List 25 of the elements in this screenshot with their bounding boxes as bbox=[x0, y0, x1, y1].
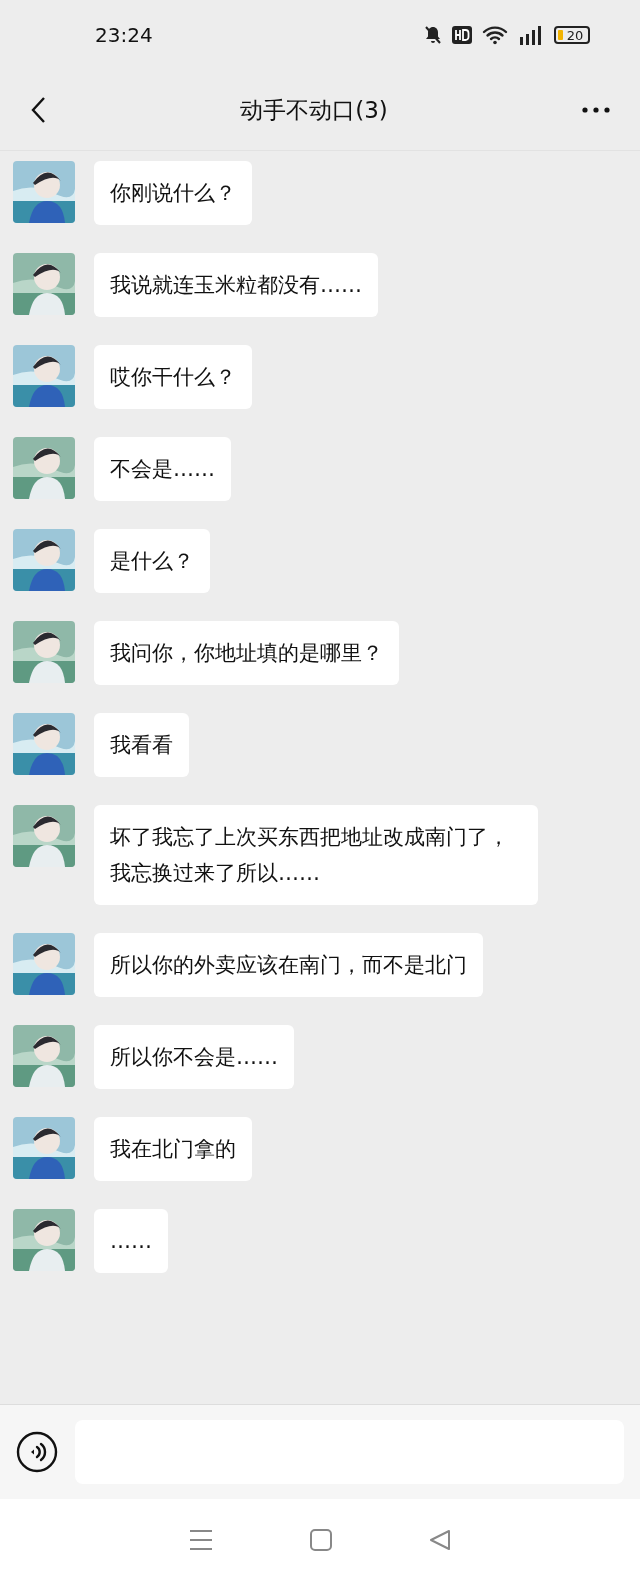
message-bubble: 所以你不会是…… bbox=[94, 1025, 294, 1089]
battery-icon: 20 bbox=[554, 26, 590, 44]
back-triangle-icon[interactable] bbox=[429, 1529, 452, 1551]
bell-muted-icon bbox=[424, 25, 442, 45]
signal-icon bbox=[518, 24, 544, 46]
wifi-icon bbox=[482, 25, 508, 45]
hd-icon bbox=[452, 26, 472, 44]
message-bubble: 我在北门拿的 bbox=[94, 1117, 252, 1181]
back-icon[interactable] bbox=[30, 96, 46, 124]
message-bubble: 你刚说什么？ bbox=[94, 161, 252, 225]
message-bubble: …… bbox=[94, 1209, 168, 1273]
message-bubble: 我说就连玉米粒都没有…… bbox=[94, 253, 378, 317]
more-icon[interactable] bbox=[582, 107, 610, 113]
message-bubble: 是什么？ bbox=[94, 529, 210, 593]
status-time: 23:24 bbox=[95, 23, 153, 47]
message-bubble: 哎你干什么？ bbox=[94, 345, 252, 409]
menu-icon[interactable] bbox=[188, 1529, 213, 1551]
message-bubble: 坏了我忘了上次买东西把地址改成南门了，我忘换过来了所以…… bbox=[94, 805, 538, 905]
chat-title: 动手不动口(3) bbox=[240, 95, 388, 125]
message-bubble: 所以你的外卖应该在南门，而不是北门 bbox=[94, 933, 483, 997]
voice-icon[interactable] bbox=[16, 1431, 58, 1473]
message-bubble: 不会是…… bbox=[94, 437, 231, 501]
home-icon[interactable] bbox=[310, 1529, 332, 1551]
message-bubble: 我看看 bbox=[94, 713, 189, 777]
message-bubble: 我问你，你地址填的是哪里？ bbox=[94, 621, 399, 685]
